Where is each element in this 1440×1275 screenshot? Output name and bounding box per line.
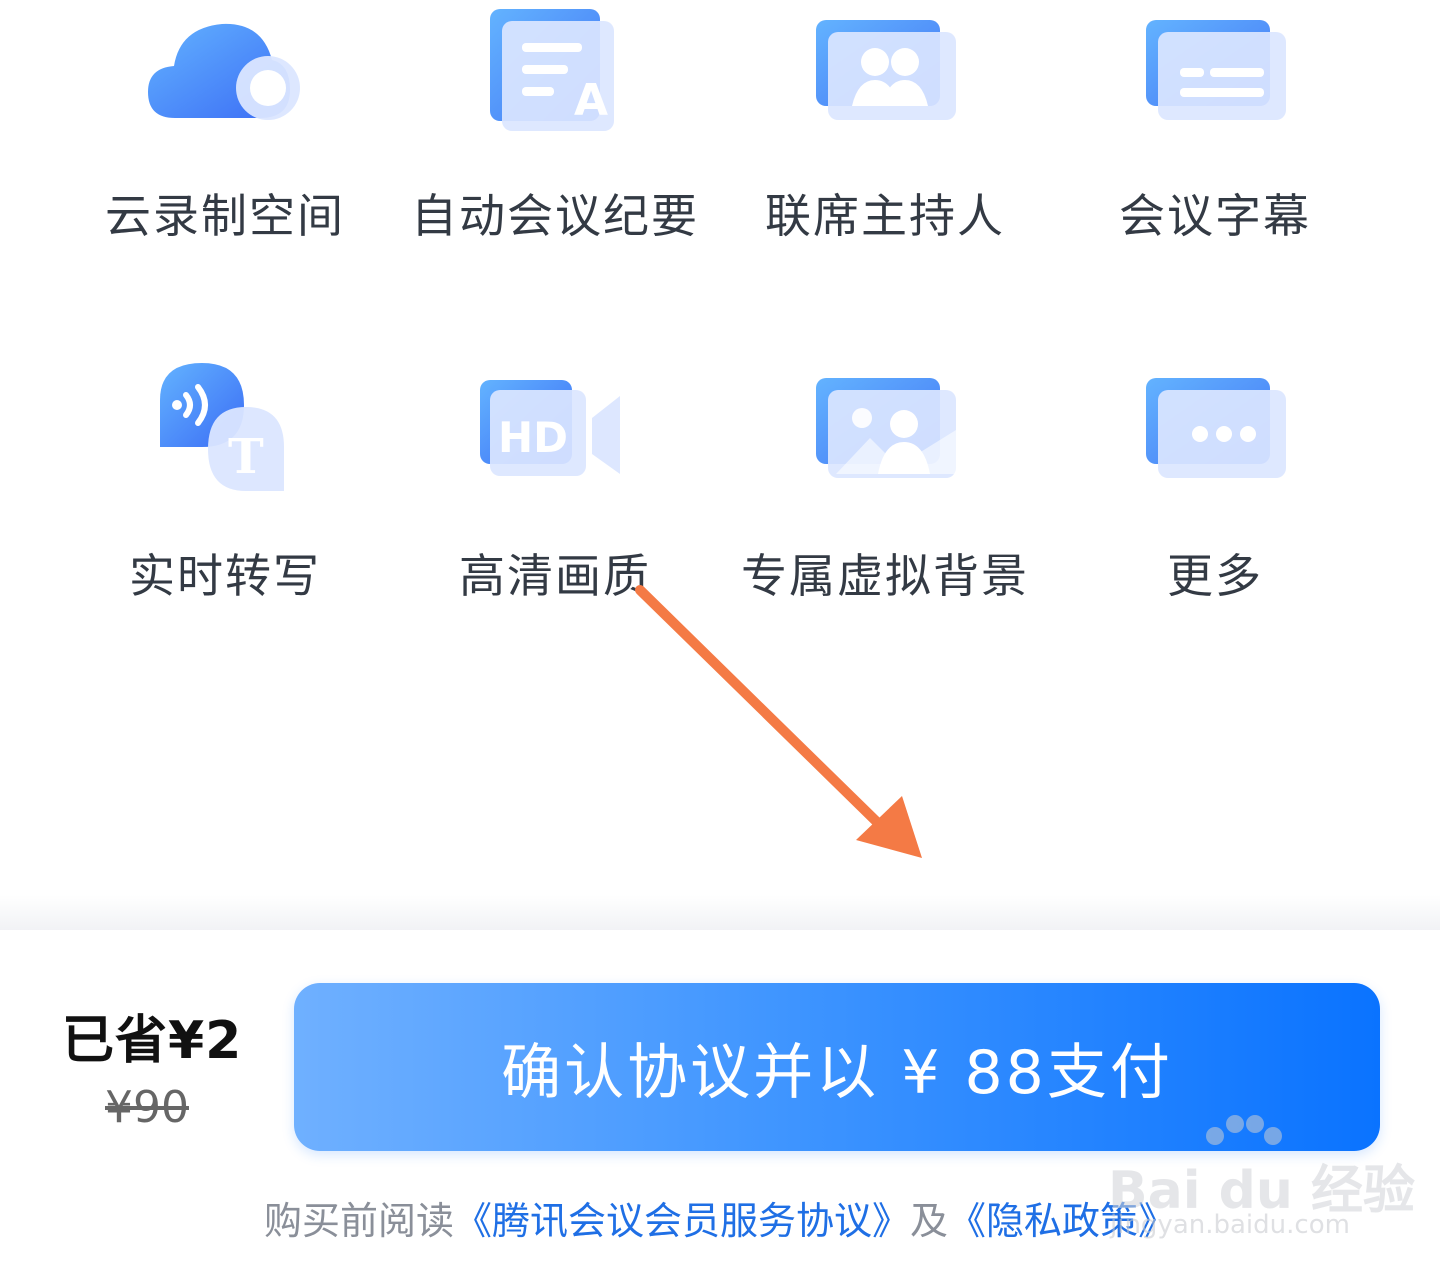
feature-co-host[interactable]: 联席主持人 — [720, 0, 1050, 280]
co-host-icon — [800, 12, 970, 152]
feature-hd-video[interactable]: HD 高清画质 — [390, 355, 720, 635]
subtitles-icon — [1130, 12, 1300, 152]
agreement-prefix: 购买前阅读 — [263, 1199, 454, 1243]
cloud-record-icon — [140, 10, 310, 150]
feature-label: 专属虚拟背景 — [741, 549, 1029, 603]
saved-amount: 已省¥2 — [62, 1011, 243, 1071]
feature-more[interactable]: 更多 — [1050, 355, 1380, 635]
feature-label: 高清画质 — [459, 549, 651, 603]
feature-label: 自动会议纪要 — [411, 189, 699, 243]
feature-auto-minutes[interactable]: A 自动会议纪要 — [390, 0, 720, 280]
feature-label: 更多 — [1167, 549, 1263, 603]
feature-transcription[interactable]: T 实时转写 — [60, 355, 390, 635]
section-divider — [0, 895, 1440, 931]
transcription-icon: T — [140, 355, 310, 495]
svg-text:T: T — [228, 429, 264, 485]
feature-subtitles[interactable]: 会议字幕 — [1050, 0, 1380, 280]
watermark-url: jingyan.baidu.com — [1110, 1210, 1350, 1240]
feature-label: 联席主持人 — [765, 189, 1005, 243]
original-price: ¥90 — [105, 1082, 189, 1133]
feature-virtual-background[interactable]: 专属虚拟背景 — [720, 355, 1050, 635]
agreement-conjunction: 及 — [910, 1199, 949, 1243]
baidu-watermark: Bai du 经验 jingyan.baidu.com — [1100, 1115, 1415, 1250]
pay-button-label: 确认协议并以 ¥ 88支付 — [501, 1037, 1173, 1108]
auto-minutes-icon: A — [470, 5, 640, 145]
feature-label: 云录制空间 — [105, 189, 345, 243]
more-icon — [1130, 370, 1300, 510]
feature-cloud-record[interactable]: 云录制空间 — [60, 0, 390, 280]
hd-video-icon: HD — [470, 370, 640, 510]
svg-text:HD: HD — [498, 413, 568, 462]
virtual-background-icon — [800, 370, 970, 510]
features-grid: 云录制空间 A 自动会议纪要 联席主持人 会议字幕 T 实时转写 HD 高清画质… — [0, 0, 1440, 930]
feature-label: 实时转写 — [129, 549, 321, 603]
svg-text:A: A — [574, 75, 608, 126]
feature-label: 会议字幕 — [1119, 189, 1311, 243]
membership-agreement-link[interactable]: 《腾讯会议会员服务协议》 — [454, 1199, 910, 1243]
